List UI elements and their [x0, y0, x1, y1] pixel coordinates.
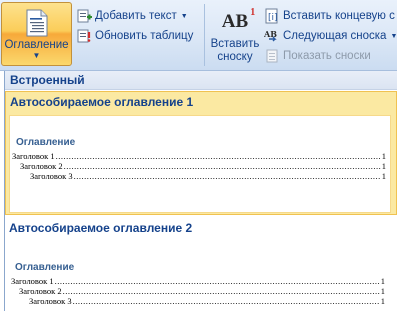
add-text-icon: [76, 8, 92, 24]
add-text-label: Добавить текст: [95, 10, 177, 22]
chevron-down-icon: ▼: [180, 12, 188, 20]
gallery-item-title: Автособираемое оглавление 2: [9, 221, 193, 235]
show-notes-label: Показать сноски: [283, 50, 371, 62]
next-footnote-button[interactable]: AB Следующая сноска ▼: [264, 26, 397, 46]
toc-preview: Оглавление Заголовок 1 .................…: [9, 238, 389, 318]
insert-footnote-label-2: сноску: [217, 51, 253, 63]
chevron-down-icon: ▼: [390, 32, 397, 40]
show-notes-button[interactable]: Показать сноски: [264, 46, 397, 66]
preview-line-level-3: Заголовок 3 ............................…: [30, 171, 386, 181]
update-table-button[interactable]: Обновить таблицу: [76, 26, 193, 46]
preview-heading: Оглавление: [15, 262, 75, 273]
gallery-item-title: Автособираемое оглавление 1: [10, 95, 194, 109]
update-table-label: Обновить таблицу: [95, 30, 194, 42]
toc-preview: Оглавление Заголовок 1 .................…: [10, 116, 390, 212]
svg-text:[i]: [i]: [268, 13, 278, 23]
preview-line-level-2: Заголовок 2 ............................…: [20, 161, 386, 171]
preview-line-level-1: Заголовок 1 ............................…: [12, 151, 386, 161]
insert-endnote-icon: [i]: [264, 8, 280, 24]
insert-footnote-label-1: Вставить: [210, 38, 260, 50]
toc-gallery-dropdown: Встроенный Автособираемое оглавление 1 О…: [4, 71, 397, 318]
insert-endnote-button[interactable]: [i] Вставить концевую с: [264, 6, 397, 26]
table-of-contents-icon: [26, 7, 48, 39]
show-notes-icon: [264, 48, 280, 64]
gallery-item-auto-toc-2[interactable]: Автособираемое оглавление 2 Оглавление З…: [5, 218, 397, 318]
preview-line-level-3: Заголовок 3 ............................…: [29, 296, 385, 306]
update-table-icon: [76, 28, 92, 44]
preview-heading: Оглавление: [16, 137, 76, 148]
group-separator: [204, 4, 205, 66]
table-of-contents-button[interactable]: Оглавление ▼: [1, 2, 72, 66]
gallery-item-auto-toc-1[interactable]: Автособираемое оглавление 1 Оглавление З…: [5, 91, 397, 215]
preview-line-level-1: Заголовок 1 ............................…: [11, 276, 385, 286]
footnote-icon: AB 1: [221, 7, 256, 32]
chevron-down-icon: ▼: [32, 51, 41, 60]
insert-endnote-label: Вставить концевую с: [283, 10, 395, 22]
add-text-button[interactable]: Добавить текст ▼: [76, 6, 193, 26]
preview-line-level-2: Заголовок 2 ............................…: [19, 286, 385, 296]
svg-text:AB: AB: [264, 29, 277, 39]
next-footnote-label: Следующая сноска: [283, 30, 387, 42]
gallery-section-header: Встроенный: [5, 71, 397, 90]
ribbon: Оглавление ▼ Добавить текст ▼ Обновить т…: [0, 0, 397, 71]
next-footnote-icon: AB: [264, 28, 280, 44]
insert-footnote-button[interactable]: AB 1 Вставить сноску: [209, 2, 261, 66]
